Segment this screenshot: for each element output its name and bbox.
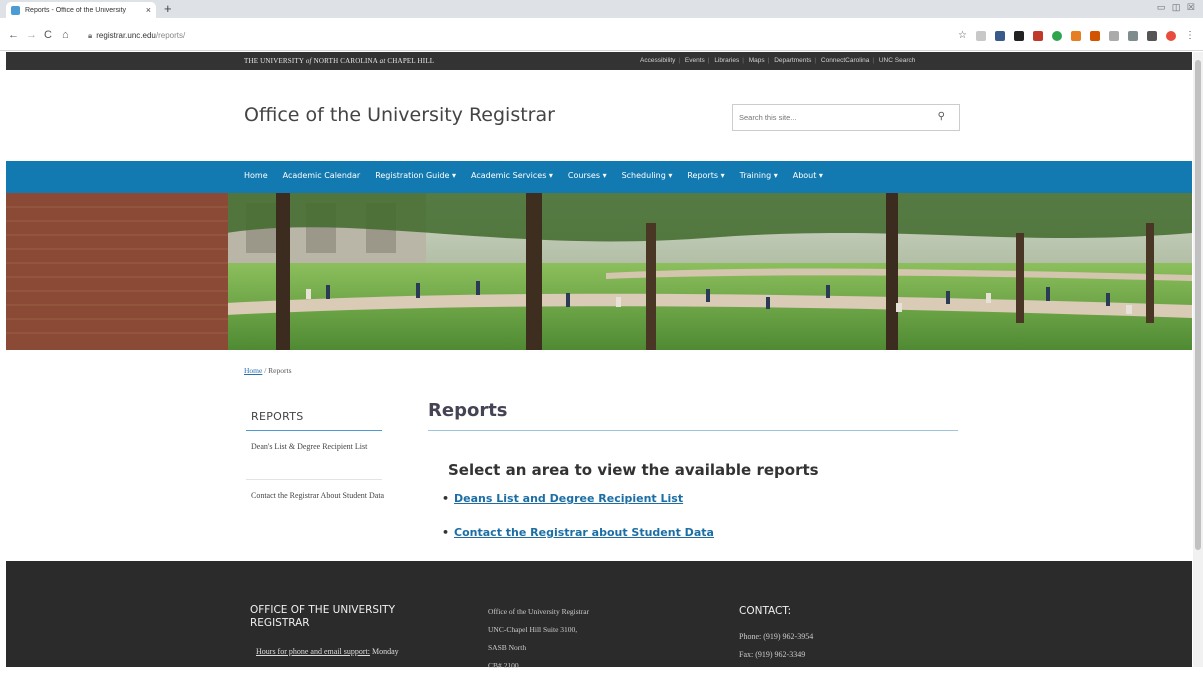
unc-link-maps[interactable]: Maps xyxy=(749,57,765,64)
extension-icon[interactable] xyxy=(1109,30,1119,41)
tab-title: Reports - Office of the University xyxy=(25,6,127,14)
browser-menu-icon[interactable]: ⋮ xyxy=(1185,30,1195,41)
back-icon[interactable]: ← xyxy=(8,29,19,41)
favicon-icon xyxy=(11,5,20,15)
page-title: Reports xyxy=(428,400,508,421)
reload-icon[interactable]: C xyxy=(44,29,52,41)
report-list-item: • Deans List and Degree Recipient List xyxy=(442,492,684,505)
address-line: UNC-Chapel Hill Suite 3100, xyxy=(488,625,578,634)
footer-title: OFFICE OF THE UNIVERSITY REGISTRAR xyxy=(250,604,396,629)
scrollbar-thumb[interactable] xyxy=(1195,60,1201,550)
nav-item-academic-services[interactable]: Academic Services ▾ xyxy=(471,171,553,180)
extension-icon[interactable] xyxy=(1090,30,1100,41)
extension-icon[interactable] xyxy=(995,30,1005,41)
forward-icon[interactable]: → xyxy=(26,29,37,41)
unc-wordmark[interactable]: THE UNIVERSITY of NORTH CAROLINA at CHAP… xyxy=(244,57,434,65)
browser-tab[interactable]: Reports - Office of the University × xyxy=(6,2,156,18)
home-icon[interactable]: ⌂ xyxy=(62,29,69,41)
page-title-rule xyxy=(428,430,958,431)
unc-link-search[interactable]: UNC Search xyxy=(879,57,915,64)
unc-global-bar: THE UNIVERSITY of NORTH CAROLINA at CHAP… xyxy=(6,52,1192,70)
window-controls[interactable]: ▭ ◫ ☒ xyxy=(1157,2,1197,13)
site-footer: OFFICE OF THE UNIVERSITY REGISTRAR Hours… xyxy=(6,561,1192,670)
sidebar-item-contact-registrar[interactable]: Contact the Registrar About Student Data xyxy=(251,487,391,504)
unc-global-links: Accessibility | Events | Libraries | Maps | … xyxy=(640,57,916,64)
sidebar-divider xyxy=(246,479,382,480)
nav-item-courses[interactable]: Courses ▾ xyxy=(568,171,607,180)
footer-contact-heading: CONTACT: xyxy=(739,605,792,617)
url-host: registrar.unc.edu xyxy=(96,31,156,40)
nav-item-home[interactable]: Home xyxy=(244,171,268,180)
hero-banner-image xyxy=(6,193,1192,350)
sidebar-item-deans-list[interactable]: Dean's List & Degree Recipient List xyxy=(251,438,391,455)
hours-support-link[interactable]: Hours for phone and email support: xyxy=(256,647,370,656)
extension-icon[interactable] xyxy=(1128,30,1138,41)
pdf-extension-icon[interactable] xyxy=(1033,30,1043,41)
unc-link-accessibility[interactable]: Accessibility xyxy=(640,57,675,64)
nav-item-scheduling[interactable]: Scheduling ▾ xyxy=(622,171,673,180)
nav-item-reports[interactable]: Reports ▾ xyxy=(687,171,724,180)
breadcrumb-current: / Reports xyxy=(262,366,292,375)
nav-item-academic-calendar[interactable]: Academic Calendar xyxy=(283,171,361,180)
browser-tab-strip: Reports - Office of the University × + ▭… xyxy=(0,0,1203,18)
browser-toolbar: ← → C ⌂ 🔒︎ registrar.unc.edu/reports/ ☆ ⋮ xyxy=(0,18,1203,51)
bookmark-star-icon[interactable]: ☆ xyxy=(958,30,967,41)
footer-address: Office of the University Registrar UNC-C… xyxy=(488,603,589,675)
nav-item-about[interactable]: About ▾ xyxy=(793,171,823,180)
unc-link-libraries[interactable]: Libraries xyxy=(714,57,739,64)
nav-item-registration-guide[interactable]: Registration Guide ▾ xyxy=(375,171,456,180)
puzzle-extension-icon[interactable] xyxy=(1147,30,1157,41)
address-line: SASB North xyxy=(488,643,527,652)
main-navigation: Home Academic Calendar Registration Guid… xyxy=(6,161,1192,193)
site-title[interactable]: Office of the University Registrar xyxy=(244,104,555,126)
unc-link-events[interactable]: Events xyxy=(685,57,705,64)
deans-list-link[interactable]: Deans List and Degree Recipient List xyxy=(454,492,683,505)
breadcrumb: Home / Reports xyxy=(244,366,292,375)
breadcrumb-home-link[interactable]: Home xyxy=(244,366,262,375)
address-bar[interactable]: 🔒︎ registrar.unc.edu/reports/ xyxy=(88,31,185,41)
extension-icons: ☆ ⋮ xyxy=(958,30,1195,41)
shield-extension-icon[interactable] xyxy=(1052,30,1062,41)
report-list-item: • Contact the Registrar about Student Dat… xyxy=(442,526,714,539)
search-input[interactable] xyxy=(733,105,923,130)
section-subheading: Select an area to view the available rep… xyxy=(448,461,819,479)
new-tab-button[interactable]: + xyxy=(164,1,172,16)
footer-hours: Hours for phone and email support: Monda… xyxy=(256,647,399,656)
sidebar-heading-rule xyxy=(246,430,382,431)
contact-registrar-link[interactable]: Contact the Registrar about Student Data xyxy=(454,526,714,539)
search-icon[interactable]: ⚲ xyxy=(938,111,945,122)
extension-icon[interactable] xyxy=(1014,30,1024,41)
footer-phone[interactable]: Phone: (919) 962-3954 xyxy=(739,632,813,641)
extension-icon[interactable] xyxy=(1071,30,1081,41)
sidebar-heading: REPORTS xyxy=(251,410,304,423)
unc-link-departments[interactable]: Departments xyxy=(774,57,811,64)
unc-link-connectcarolina[interactable]: ConnectCarolina xyxy=(821,57,869,64)
address-line: CB# 2100 xyxy=(488,661,519,670)
lock-icon: 🔒︎ xyxy=(88,31,93,40)
bookmark-icon[interactable] xyxy=(976,30,986,41)
nav-item-training[interactable]: Training ▾ xyxy=(740,171,778,180)
campus-quad-photo xyxy=(6,193,1192,350)
footer-fax: Fax: (919) 962-3349 xyxy=(739,650,806,659)
address-line: Office of the University Registrar xyxy=(488,607,590,616)
profile-avatar[interactable] xyxy=(1166,30,1176,41)
url-path: /reports/ xyxy=(155,31,186,40)
tab-close-icon[interactable]: × xyxy=(146,5,151,15)
site-search: ⚲ xyxy=(732,104,960,131)
